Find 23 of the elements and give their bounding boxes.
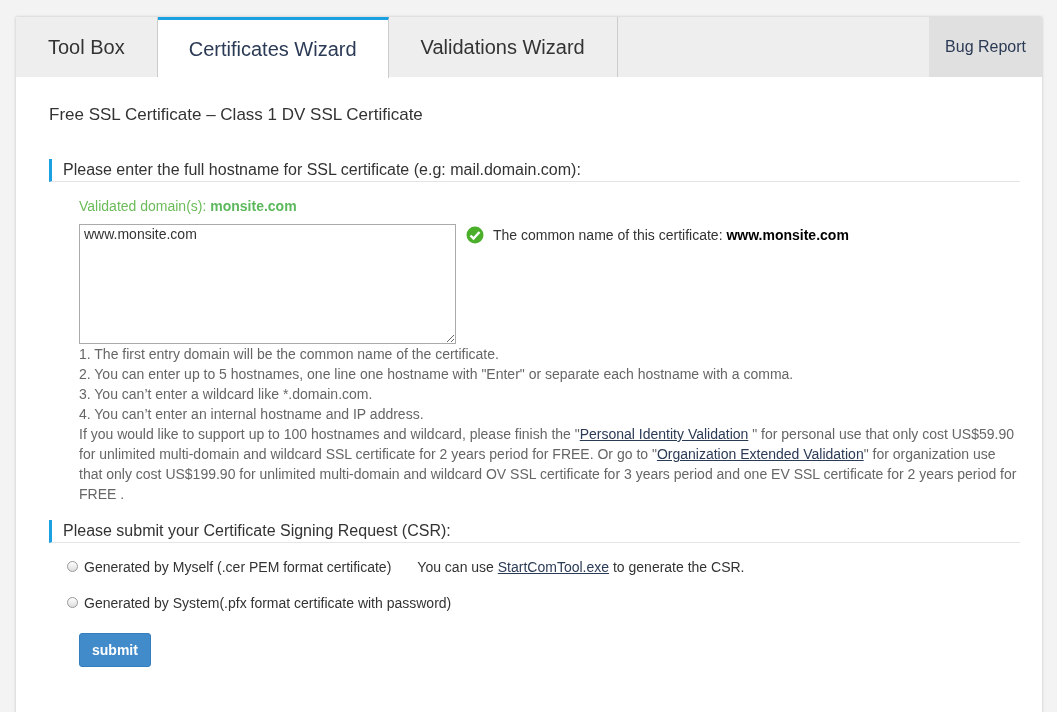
radio-label[interactable]: Generated by System(.pfx format certificate with password): [84, 595, 452, 611]
hint-text: You can use StartComTool.exe to generate the CSR.: [417, 559, 745, 575]
tab[interactable]: Certificates Wizard: [157, 17, 389, 78]
page-title: Free SSL Certificate – Class 1 DV SSL Certificate: [49, 105, 424, 125]
rule-text: 2. You can enter up to 5 hostnames, one line one hostname with "Enter" or separate each hostname with a comma.: [79, 365, 795, 384]
text-link[interactable]: StartComTool.exe: [497, 559, 610, 575]
rule-text: 1. The first entry domain will be the common name of the certificate.: [79, 345, 500, 364]
section-heading: Please enter the full hostname for SSL certificate (e.g: mail.domain.com):: [49, 159, 1020, 182]
rule-text: 4. You can’t enter an internal hostname and IP address.: [79, 405, 425, 424]
radio-label[interactable]: Generated by Myself (.cer PEM format certificate): [84, 559, 392, 575]
common-name-text: The common name of this certificate: www.monsite.com: [493, 227, 849, 243]
section-heading: Please submit your Certificate Signing Request (CSR):: [49, 520, 1020, 543]
text-link[interactable]: Personal Identity Validation: [579, 426, 749, 442]
bug-report-button[interactable]: Bug Report: [929, 17, 1042, 77]
text-link[interactable]: Organization Extended Validation: [656, 446, 864, 462]
radio-button[interactable]: [67, 596, 78, 608]
submit-button[interactable]: submit: [79, 633, 151, 667]
radio-button[interactable]: [67, 560, 78, 572]
rule-text: 3. You can’t enter a wildcard like *.domain.com.: [79, 385, 374, 404]
validated-domains-text: Validated domain(s): monsite.com: [79, 198, 298, 214]
check-icon: [466, 226, 484, 244]
upgrade-note: If you would like to support up to 100 hostnames and wildcard, please finish the "Personal Identity Validation " for personal use that only cost US$59.90 for unlimited multi-domain and wildcard SSL certificate for 2 years period for FREE. Or go to "Organization Extended Validation" for organization use that only cost US$199.90 for unlimited multi-domain and wildcard OV SSL certificate for 3 years period and one EV SSL certificate for 2 years period for FREE .: [79, 425, 1018, 504]
hostnames-field[interactable]: www.monsite.com: [79, 224, 456, 344]
